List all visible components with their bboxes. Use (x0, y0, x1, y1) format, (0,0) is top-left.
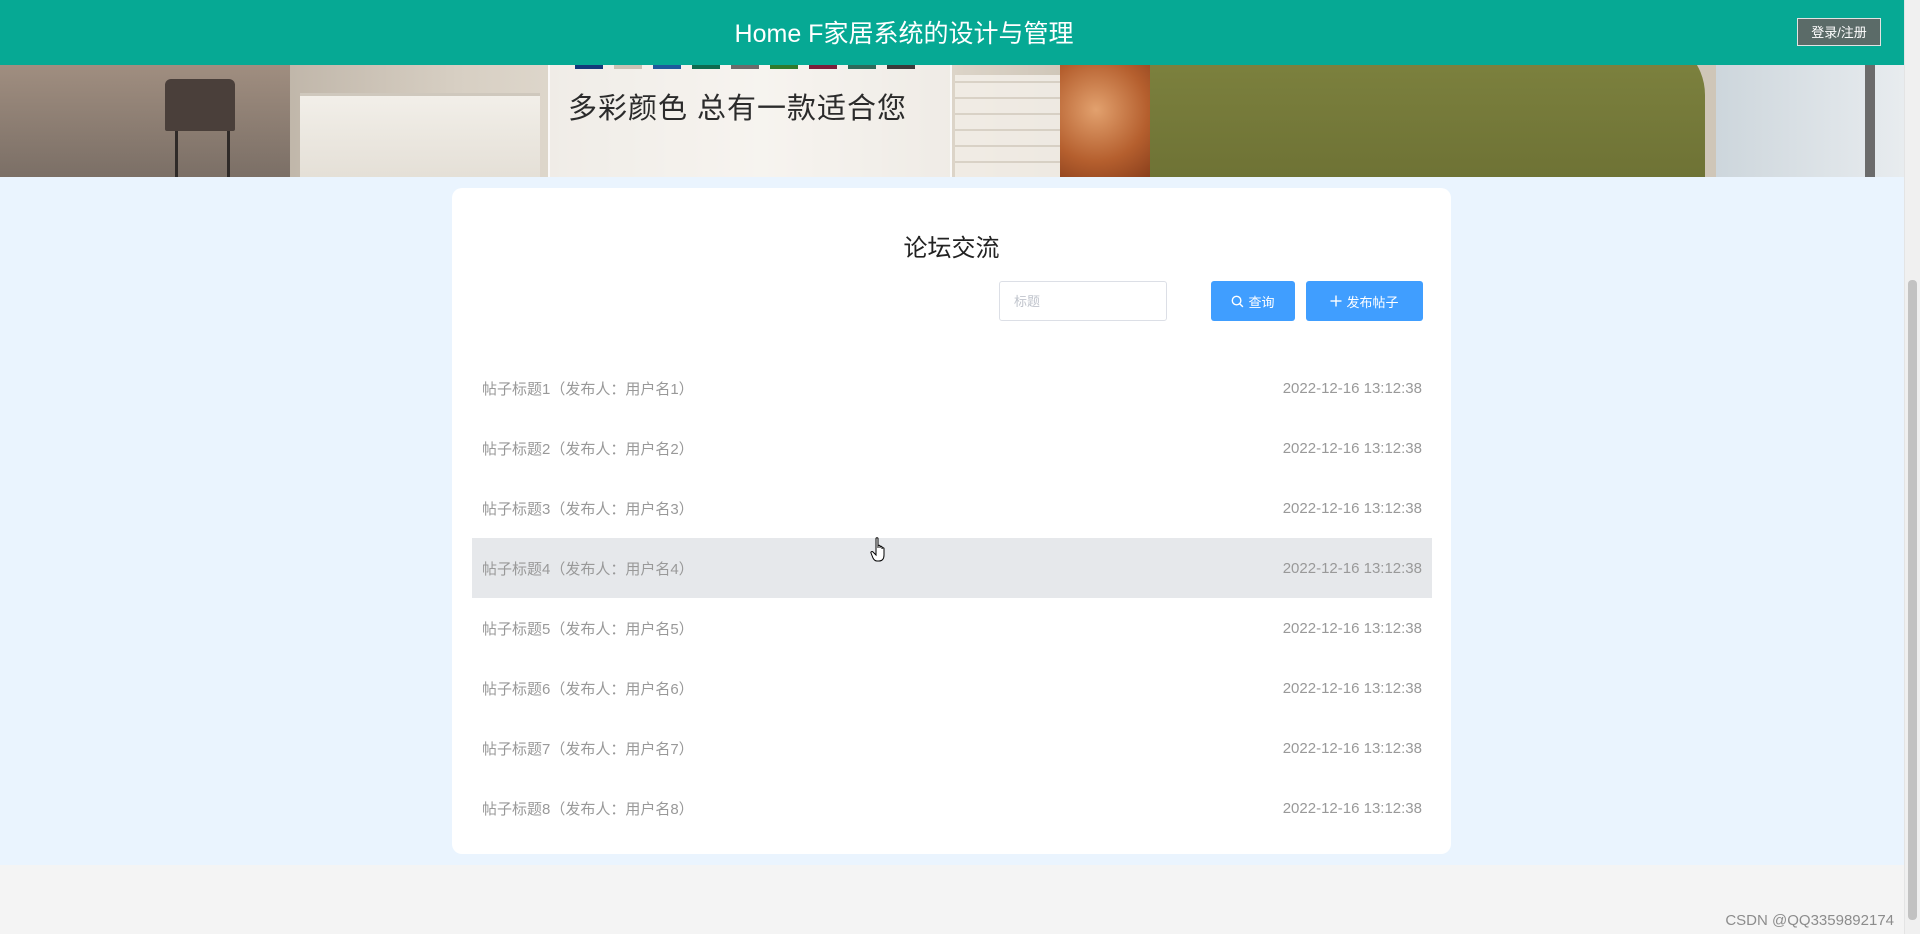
post-title: 帖子标题5（发布人：用户名5） (482, 620, 694, 638)
post-time: 2022-12-16 13:12:38 (1282, 679, 1422, 697)
forum-panel: 论坛交流 查询 发布帖子 帖子标题1（发布人：用户名1） 2022-12-16 1… (452, 188, 1451, 854)
search-button[interactable]: 查询 (1211, 281, 1295, 321)
color-swatch (848, 65, 876, 69)
post-title: 帖子标题6（发布人：用户名6） (482, 680, 694, 698)
post-title: 帖子标题3（发布人：用户名3） (482, 500, 694, 518)
color-swatch (770, 65, 798, 69)
color-swatches (575, 65, 915, 69)
scrollbar-thumb[interactable] (1908, 280, 1917, 920)
banner-room-background (0, 65, 290, 177)
post-title: 帖子标题7（发布人：用户名7） (482, 740, 694, 758)
color-swatch (692, 65, 720, 69)
hero-banner: 多彩颜色 总有一款适合您 (0, 65, 1904, 177)
banner-slogan: 多彩颜色 总有一款适合您 (568, 93, 908, 125)
post-row[interactable]: 帖子标题7（发布人：用户名7） 2022-12-16 13:12:38 (472, 718, 1432, 778)
post-row[interactable]: 帖子标题5（发布人：用户名5） 2022-12-16 13:12:38 (472, 598, 1432, 658)
color-swatch (614, 65, 642, 69)
banner-chair (165, 79, 235, 131)
banner-chair-base (175, 131, 230, 177)
post-row[interactable]: 帖子标题8（发布人：用户名8） 2022-12-16 13:12:38 (472, 778, 1432, 838)
top-navbar: Home F家居系统的设计与管理 登录/注册 (0, 0, 1904, 65)
login-register-button[interactable]: 登录/注册 (1797, 18, 1881, 46)
post-time: 2022-12-16 13:12:38 (1282, 559, 1422, 577)
site-title: Home F家居系统的设计与管理 (734, 20, 1074, 48)
banner-window-post (1865, 65, 1875, 177)
post-row[interactable]: 帖子标题6（发布人：用户名6） 2022-12-16 13:12:38 (472, 658, 1432, 718)
post-time: 2022-12-16 13:12:38 (1282, 739, 1422, 757)
color-swatch (575, 65, 603, 69)
banner-green-sofa (1085, 65, 1705, 177)
banner-window (1716, 65, 1904, 177)
post-time: 2022-12-16 13:12:38 (1282, 439, 1422, 457)
post-title: 帖子标题1（发布人：用户名1） (482, 380, 694, 398)
hand-cursor-icon (870, 537, 885, 562)
title-search-input[interactable] (999, 281, 1167, 321)
post-title: 帖子标题2（发布人：用户名2） (482, 440, 694, 458)
page-scrollbar[interactable] (1904, 0, 1920, 934)
search-button-label: 查询 (1248, 294, 1275, 310)
post-row[interactable]: 帖子标题1（发布人：用户名1） 2022-12-16 13:12:38 (472, 358, 1432, 418)
post-time: 2022-12-16 13:12:38 (1282, 379, 1422, 397)
post-time: 2022-12-16 13:12:38 (1282, 619, 1422, 637)
csdn-watermark: CSDN @QQ3359892174 (1725, 912, 1894, 929)
post-title: 帖子标题8（发布人：用户名8） (482, 800, 694, 818)
color-swatch (731, 65, 759, 69)
publish-post-button[interactable]: 发布帖子 (1306, 281, 1423, 321)
publish-post-label: 发布帖子 (1346, 294, 1399, 310)
search-icon (1232, 295, 1244, 307)
post-row[interactable]: 帖子标题3（发布人：用户名3） 2022-12-16 13:12:38 (472, 478, 1432, 538)
color-swatch (653, 65, 681, 69)
forum-title: 论坛交流 (903, 235, 1000, 262)
banner-cushion (1060, 65, 1150, 177)
post-time: 2022-12-16 13:12:38 (1282, 499, 1422, 517)
post-title: 帖子标题4（发布人：用户名4） (482, 560, 694, 578)
banner-bed (300, 93, 540, 177)
post-row[interactable]: 帖子标题2（发布人：用户名2） 2022-12-16 13:12:38 (472, 418, 1432, 478)
post-list: 帖子标题1（发布人：用户名1） 2022-12-16 13:12:38 帖子标题2（… (472, 358, 1432, 838)
post-time: 2022-12-16 13:12:38 (1282, 799, 1422, 817)
post-row[interactable]: 帖子标题4（发布人：用户名4） 2022-12-16 13:12:38 (472, 538, 1432, 598)
color-swatch (809, 65, 837, 69)
color-swatch (887, 65, 915, 69)
plus-icon (1330, 295, 1342, 307)
